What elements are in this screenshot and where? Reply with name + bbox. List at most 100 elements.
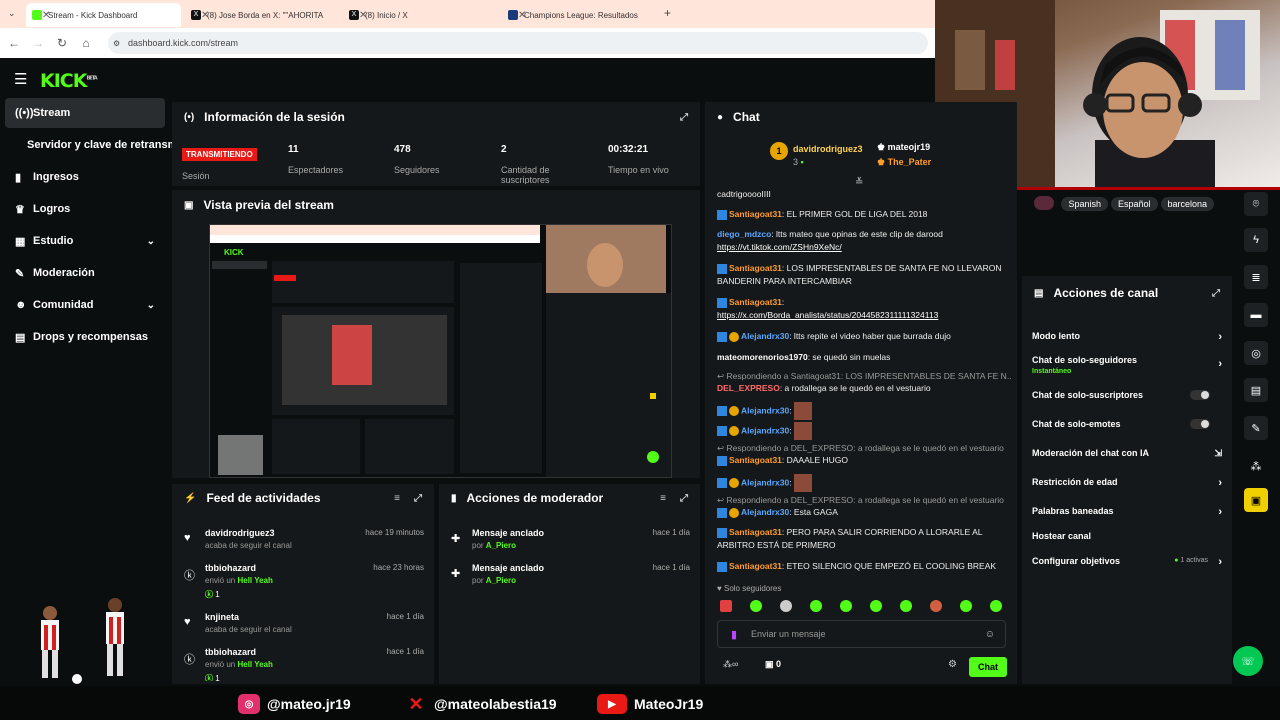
- expand-icon[interactable]: ⤢: [414, 493, 422, 504]
- feed-user[interactable]: tbbiohazard: [205, 647, 256, 657]
- chat-users-icon[interactable]: ⁂∞: [723, 659, 738, 670]
- stat-label: Sesión: [182, 171, 210, 181]
- tab-kick-dashboard[interactable]: Stream - Kick Dashboard ✕: [26, 3, 181, 27]
- settings-icon[interactable]: ⚙: [948, 659, 957, 670]
- rail-layout-icon[interactable]: ▤: [1244, 378, 1268, 402]
- action-subscribers-only[interactable]: Chat de solo-suscriptores: [1032, 390, 1222, 400]
- rail-chat-icon[interactable]: ▬: [1244, 303, 1268, 327]
- rail-list-icon[interactable]: ≣: [1244, 265, 1268, 289]
- feed-item: ♥ davidrodriguez3 acaba de seguir el can…: [172, 528, 434, 558]
- tab-search-icon[interactable]: ⌄: [8, 8, 16, 19]
- toggle-switch[interactable]: [1190, 419, 1210, 429]
- send-chat-button[interactable]: Chat: [969, 657, 1007, 677]
- help-icon[interactable]: ☏: [1233, 646, 1263, 676]
- tab-x-borda[interactable]: X (8) Jose Borda en X: ""AHORITA ✕: [185, 3, 340, 27]
- forward-icon[interactable]: →: [26, 36, 50, 50]
- sidebar-item-logros[interactable]: ♛ Logros: [5, 194, 165, 224]
- expand-icon[interactable]: ⤢: [1212, 288, 1220, 299]
- action-age-restriction[interactable]: Restricción de edad ›: [1032, 477, 1222, 489]
- rail-film-icon[interactable]: ▣: [1244, 488, 1268, 512]
- badge-icon: [717, 527, 727, 538]
- chat-user[interactable]: Alejandrx30: [741, 507, 789, 517]
- action-slow-mode[interactable]: Modo lento ›: [1032, 331, 1222, 343]
- sidebar-item-ingresos[interactable]: ▮ Ingresos: [5, 162, 165, 192]
- stream-preview-video[interactable]: KICK: [209, 224, 672, 478]
- chat-user[interactable]: Santiagoat31: [729, 209, 782, 219]
- pinned-user-3[interactable]: ♚ The_Pater: [877, 157, 931, 168]
- panel-header: ⚡ Feed de actividades ≡ ⤢: [172, 484, 434, 512]
- collapse-icon[interactable]: ≚: [855, 177, 863, 188]
- emoji-icon[interactable]: ☺: [985, 629, 995, 640]
- chat-link[interactable]: https://x.com/Borda_analista/status/2044…: [717, 310, 938, 320]
- gift-box-icon: ▣: [765, 659, 774, 669]
- radio-icon: ((•)): [15, 107, 34, 119]
- reload-icon[interactable]: ↻: [50, 36, 74, 50]
- chat-link[interactable]: https://vt.tiktok.com/ZSHn9XeNc/: [717, 242, 842, 252]
- mod-action-user[interactable]: A_Piero: [486, 541, 516, 550]
- expand-icon[interactable]: ⤢: [680, 112, 688, 123]
- feed-user[interactable]: knjineta: [205, 612, 239, 622]
- action-goals[interactable]: Configurar objetivos ● 1 activas ›: [1032, 556, 1222, 568]
- url-field[interactable]: ⚙ dashboard.kick.com/stream: [108, 32, 928, 54]
- reply-icon: ↩: [717, 443, 725, 453]
- close-tab-icon[interactable]: ✕: [42, 9, 181, 22]
- action-host-channel[interactable]: Hostear canal: [1032, 531, 1222, 541]
- emote-bar[interactable]: [717, 598, 1007, 614]
- rail-clip-icon[interactable]: ⌾: [1244, 192, 1268, 216]
- close-tab-icon[interactable]: ✕: [201, 9, 340, 22]
- kick-logo[interactable]: KICKBETA: [40, 70, 98, 92]
- menu-icon[interactable]: ☰: [14, 70, 27, 88]
- chat-user[interactable]: Santiagoat31: [729, 263, 782, 273]
- new-tab-icon[interactable]: +: [664, 6, 671, 20]
- chat-user[interactable]: Alejandrx30: [741, 405, 789, 415]
- tab-x-inicio[interactable]: X (8) Inicio / X ✕: [343, 3, 498, 27]
- chat-input[interactable]: ▮ Enviar un mensaje ☺: [717, 620, 1006, 648]
- chat-user[interactable]: diego_mdzco: [717, 229, 771, 239]
- close-tab-icon[interactable]: ✕: [518, 9, 657, 22]
- pinned-user[interactable]: davidrodriguez3: [793, 144, 863, 154]
- tag[interactable]: Spanish: [1061, 197, 1108, 211]
- sidebar-item-comunidad[interactable]: ☻ Comunidad ⌄: [5, 290, 165, 320]
- chat-user[interactable]: Santiagoat31: [729, 561, 782, 571]
- mod-action-user[interactable]: A_Piero: [486, 576, 516, 585]
- feed-user[interactable]: davidrodriguez3: [205, 528, 275, 538]
- chat-user[interactable]: DEL_EXPRESO: [717, 383, 780, 393]
- toggle-switch[interactable]: [1190, 390, 1210, 400]
- chat-user[interactable]: Santiagoat31: [729, 455, 782, 465]
- sidebar-item-drops[interactable]: ▤ Drops y recompensas: [5, 322, 165, 352]
- chat-user[interactable]: Santiagoat31: [729, 527, 782, 537]
- sidebar-item-server-key[interactable]: Servidor y clave de retransmisión: [5, 130, 172, 160]
- pinned-user-2[interactable]: ♚ mateojr19: [877, 142, 930, 153]
- chat-user[interactable]: Alejandrx30: [741, 477, 789, 487]
- close-tab-icon[interactable]: ✕: [359, 9, 498, 22]
- chat-user[interactable]: Santiagoat31: [729, 297, 782, 307]
- mic-icon[interactable]: ▮: [731, 628, 737, 641]
- sidebar-item-estudio[interactable]: ▦ Estudio ⌄: [5, 226, 165, 256]
- feed-user[interactable]: tbbiohazard: [205, 563, 256, 573]
- back-icon[interactable]: ←: [2, 36, 26, 50]
- sidebar-item-stream[interactable]: ((•)) Stream: [5, 98, 165, 128]
- chat-user[interactable]: Alejandrx30: [741, 425, 789, 435]
- feed-time: hace 1 día: [386, 647, 424, 656]
- chat-user[interactable]: mateomorenorios1970: [717, 352, 808, 362]
- rail-users-icon[interactable]: ⁂: [1244, 454, 1268, 478]
- filter-icon[interactable]: ≡: [394, 493, 400, 504]
- action-emotes-only[interactable]: Chat de solo-emotes: [1032, 419, 1222, 429]
- rail-bolt-icon[interactable]: ϟ: [1244, 228, 1268, 252]
- filter-icon[interactable]: ≡: [660, 493, 666, 504]
- sidebar-item-moderacion[interactable]: ✎ Moderación: [5, 258, 165, 288]
- expand-icon[interactable]: ⤢: [680, 493, 688, 504]
- rail-wrench-icon[interactable]: ✎: [1244, 416, 1268, 440]
- chat-text: : Esta GAGA: [789, 507, 838, 517]
- tag[interactable]: Español: [1110, 197, 1158, 211]
- action-banned-words[interactable]: Palabras baneadas ›: [1032, 506, 1222, 518]
- rail-broadcast-icon[interactable]: ◎: [1244, 341, 1268, 365]
- home-icon[interactable]: ⌂: [74, 36, 98, 50]
- action-followers-only[interactable]: Chat de solo-seguidores Instantáneo ›: [1032, 355, 1222, 375]
- action-ai-moderation[interactable]: Moderación del chat con IA ⇲: [1032, 448, 1222, 458]
- tab-champions[interactable]: Champions League: Resultados ✕: [502, 3, 657, 27]
- tag[interactable]: barcelona: [1160, 197, 1215, 211]
- logo-text: KICK: [40, 70, 87, 92]
- site-info-icon[interactable]: ⚙: [113, 39, 120, 48]
- chat-user[interactable]: Alejandrx30: [741, 331, 789, 341]
